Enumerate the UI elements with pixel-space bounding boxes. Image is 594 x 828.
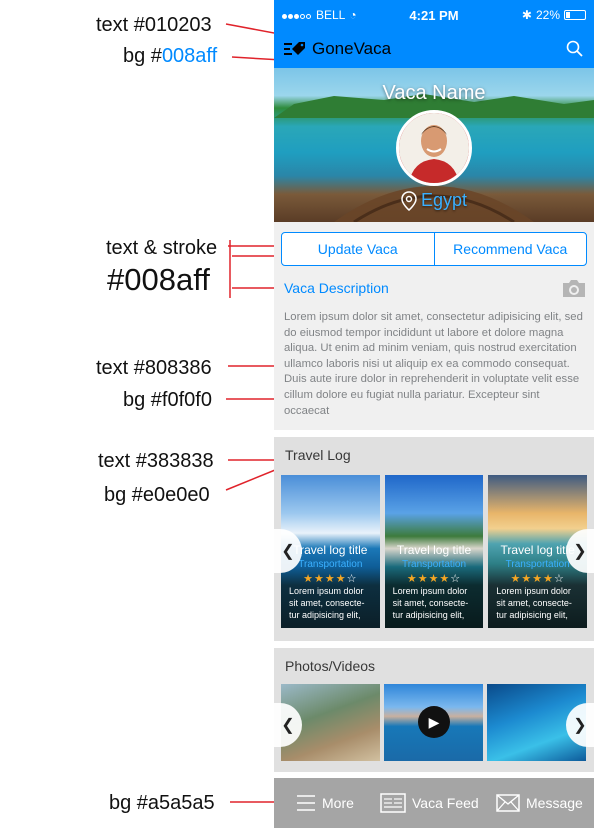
envelope-icon: [496, 794, 520, 812]
vaca-name: Vaca Name: [382, 82, 486, 104]
tab-bar: More Vaca Feed Message: [274, 778, 594, 828]
photos-heading: Photos/Videos: [285, 658, 376, 674]
photos-carousel: ▶: [281, 684, 587, 761]
app-title: GoneVaca: [312, 39, 392, 58]
card-title: Travel log title: [396, 543, 472, 557]
spec-sheet: text #010203 bg #008aff text & stroke #0…: [0, 0, 594, 828]
description-heading: Vaca Description: [284, 280, 389, 296]
card-body: Lorem ipsum dolor sit amet, consecte-tur…: [496, 586, 572, 620]
travel-log-heading: Travel Log: [285, 447, 351, 463]
action-buttons: Update Vaca Recommend Vaca: [281, 232, 587, 266]
description-body: Lorem ipsum dolor sit amet, consectetur …: [284, 311, 583, 417]
divider: [274, 430, 594, 437]
camera-icon[interactable]: [561, 278, 587, 298]
person-icon: [399, 113, 469, 183]
phone-screen: BELL ◔ 4:21 PM ✱ 22% GoneVaca Vaca Name …: [274, 0, 594, 828]
video-thumbnail[interactable]: ▶: [384, 684, 483, 761]
rating-stars: ★★★★☆: [303, 573, 358, 585]
card-subtitle: Transportation: [401, 559, 467, 570]
location-label: Egypt: [420, 190, 468, 210]
tags-icon[interactable]: [284, 39, 306, 59]
tab-more[interactable]: More: [296, 794, 354, 812]
feed-icon: [380, 793, 406, 813]
rating-stars: ★★★★☆: [406, 573, 462, 585]
battery-icon: [564, 10, 586, 20]
tab-vaca-feed-label: Vaca Feed: [412, 795, 479, 811]
divider: [274, 641, 594, 648]
clock: 4:21 PM: [409, 7, 459, 23]
nav-bar: GoneVaca: [274, 30, 594, 68]
photos-section: Photos/Videos ▶ ❮ ❯: [274, 648, 594, 772]
status-bar: BELL ◔ 4:21 PM ✱ 22%: [274, 0, 594, 30]
tab-vaca-feed[interactable]: Vaca Feed: [380, 793, 479, 813]
recommend-vaca-button[interactable]: Recommend Vaca: [435, 233, 587, 265]
map-pin-icon: [401, 190, 417, 211]
travel-log-section: Travel Log Travel log title Transportati…: [274, 437, 594, 641]
search-icon[interactable]: [566, 40, 584, 58]
card-body: Lorem ipsum dolor sit amet, consecte-tur…: [392, 586, 469, 620]
hero-banner: Vaca Name Egypt: [274, 68, 594, 222]
description-header: Vaca Description: [281, 278, 587, 298]
travel-log-carousel: Travel log title Transportation ★★★★☆ Lo…: [281, 475, 588, 628]
description-section: Update Vaca Recommend Vaca Vaca Descript…: [274, 222, 594, 430]
tab-more-label: More: [322, 795, 354, 811]
menu-icon: [297, 795, 315, 811]
update-vaca-button[interactable]: Update Vaca: [282, 233, 435, 265]
play-icon[interactable]: ▶: [418, 706, 450, 738]
location: Egypt: [274, 190, 594, 211]
travel-log-card[interactable]: Travel log title Transportation ★★★★☆ Lo…: [384, 475, 484, 628]
tab-message[interactable]: Message: [496, 794, 583, 812]
tab-message-label: Message: [526, 795, 583, 811]
avatar[interactable]: [396, 110, 472, 186]
rating-stars: ★★★★☆: [510, 573, 565, 585]
card-body: Lorem ipsum dolor sit amet, consecte-tur…: [289, 586, 365, 620]
